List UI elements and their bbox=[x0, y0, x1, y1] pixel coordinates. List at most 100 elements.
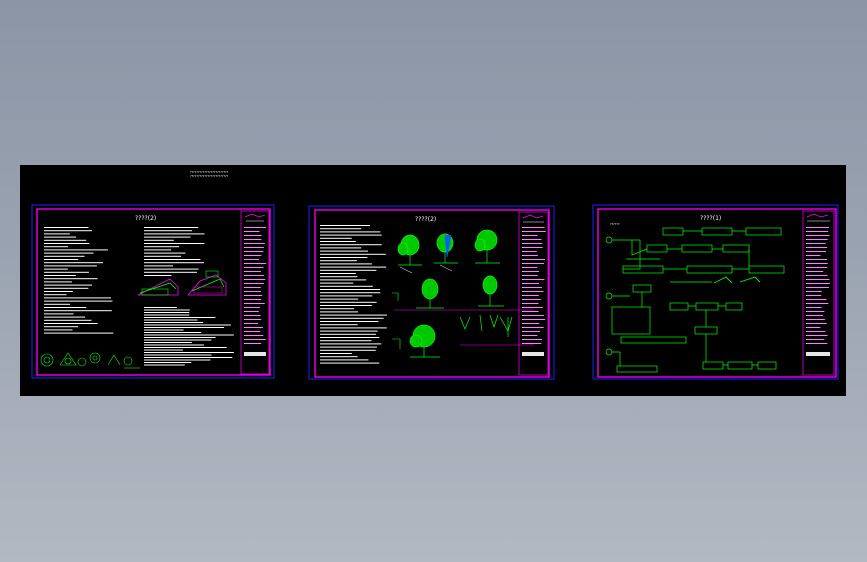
cad-drawing-canvas[interactable]: ???????????????????????? ???????????????… bbox=[20, 165, 846, 396]
header-note-2: ???????????????????????? bbox=[190, 174, 229, 178]
drawing-text-line bbox=[244, 259, 259, 260]
drawing-text-line bbox=[244, 343, 262, 344]
drawing-text-line bbox=[44, 230, 92, 232]
sheet-3-title-block bbox=[802, 210, 835, 376]
sheet-3-flowchart bbox=[605, 227, 785, 373]
drawing-text-line bbox=[806, 295, 822, 296]
sheet-3-title: ????(1) bbox=[700, 215, 721, 222]
drawing-text-line bbox=[144, 339, 212, 341]
drawing-text-line bbox=[44, 297, 111, 299]
drawing-text-line bbox=[522, 319, 546, 320]
sheet-1-construction-details bbox=[137, 270, 227, 296]
drawing-text-line bbox=[144, 275, 172, 276]
drawing-text-line bbox=[320, 333, 376, 335]
sheet-2-title-block bbox=[518, 211, 549, 376]
drawing-text-line bbox=[244, 231, 260, 232]
drawing-text-line bbox=[522, 323, 540, 324]
drawing-text-line bbox=[320, 225, 370, 226]
drawing-text-line bbox=[806, 251, 826, 252]
drawing-text-line bbox=[44, 307, 87, 308]
cad-drawing-viewport[interactable]: ???????????????????????? ???????????????… bbox=[20, 165, 846, 396]
drawing-text-line bbox=[522, 247, 543, 248]
drawing-text-line bbox=[244, 283, 264, 284]
drawing-text-line bbox=[244, 255, 262, 256]
drawing-text-line bbox=[522, 271, 540, 272]
drawing-text-line bbox=[144, 309, 190, 311]
drawing-text-line bbox=[244, 263, 267, 264]
drawing-text-line bbox=[244, 331, 261, 332]
drawing-text-line bbox=[44, 233, 70, 235]
drawing-text-line bbox=[144, 265, 173, 267]
drawing-text-line bbox=[320, 292, 381, 294]
drawing-text-line bbox=[44, 252, 94, 254]
sheet-2-text-block bbox=[320, 225, 387, 364]
drawing-text-line bbox=[522, 259, 545, 260]
drawing-text-line bbox=[44, 249, 108, 251]
drawing-text-line bbox=[244, 235, 262, 236]
drawing-text-line bbox=[522, 227, 545, 228]
drawing-text-line bbox=[320, 250, 368, 252]
drawing-text-line bbox=[144, 307, 177, 308]
drawing-text-line bbox=[44, 268, 68, 270]
drawing-sheet-2[interactable]: ????(2) bbox=[308, 205, 555, 380]
drawing-text-line bbox=[320, 285, 373, 287]
drawing-text-line bbox=[44, 303, 70, 305]
drawing-text-line bbox=[44, 332, 114, 334]
drawing-text-line bbox=[320, 289, 381, 290]
drawing-text-line bbox=[522, 231, 546, 232]
drawing-text-line bbox=[320, 356, 358, 358]
drawing-text-line bbox=[522, 235, 538, 236]
drawing-text-line bbox=[806, 323, 827, 324]
drawing-text-line bbox=[320, 308, 355, 310]
drawing-text-line bbox=[144, 268, 199, 270]
drawing-text-line bbox=[44, 287, 89, 289]
drawing-text-line bbox=[522, 331, 540, 332]
drawing-text-line bbox=[806, 315, 824, 316]
drawing-text-line bbox=[806, 311, 825, 312]
drawing-text-line bbox=[522, 263, 544, 264]
drawing-text-line bbox=[522, 251, 537, 252]
drawing-text-line bbox=[144, 349, 183, 351]
drawing-text-line bbox=[244, 335, 264, 336]
drawing-sheet-3[interactable]: ????(1) ?????? bbox=[592, 204, 839, 380]
drawing-text-line bbox=[44, 278, 98, 280]
drawing-sheet-1[interactable]: ????(2) bbox=[31, 204, 275, 379]
drawing-text-line bbox=[244, 299, 262, 300]
drawing-text-line bbox=[44, 294, 67, 296]
sheet-3-border bbox=[592, 204, 839, 380]
sheet-2-title: ????(2) bbox=[415, 216, 436, 223]
drawing-text-line bbox=[244, 239, 262, 240]
drawing-text-line bbox=[244, 291, 261, 292]
drawing-text-line bbox=[144, 312, 190, 313]
drawing-text-line bbox=[320, 257, 368, 258]
drawing-text-line bbox=[320, 260, 357, 262]
drawing-text-line bbox=[244, 243, 265, 244]
drawing-text-line bbox=[522, 343, 542, 344]
drawing-text-line bbox=[44, 255, 85, 257]
drawing-text-line bbox=[144, 357, 233, 358]
drawing-text-line bbox=[320, 279, 367, 281]
drawing-text-line bbox=[320, 327, 387, 329]
drawing-text-line bbox=[44, 259, 79, 260]
drawing-text-line bbox=[806, 339, 825, 340]
drawing-text-line bbox=[320, 234, 382, 236]
drawing-text-line bbox=[806, 319, 825, 320]
drawing-text-line bbox=[244, 279, 266, 280]
drawing-text-line bbox=[320, 282, 354, 284]
drawing-text-line bbox=[44, 227, 89, 228]
drawing-text-line bbox=[44, 275, 76, 276]
drawing-text-line bbox=[320, 241, 356, 242]
drawing-text-line bbox=[144, 230, 192, 232]
sheet-1-text-block-lower bbox=[144, 307, 234, 366]
drawing-text-line bbox=[244, 303, 265, 304]
sheet-3-legend-text: ?????? bbox=[610, 222, 620, 226]
drawing-text-line bbox=[320, 228, 362, 230]
drawing-text-line bbox=[144, 324, 231, 326]
drawing-text-line bbox=[522, 243, 543, 244]
drawing-text-line bbox=[144, 252, 186, 254]
drawing-text-line bbox=[144, 227, 199, 228]
drawing-text-line bbox=[44, 300, 113, 302]
drawing-text-line bbox=[806, 271, 824, 272]
drawing-text-line bbox=[806, 275, 828, 276]
drawing-text-line bbox=[522, 283, 539, 284]
